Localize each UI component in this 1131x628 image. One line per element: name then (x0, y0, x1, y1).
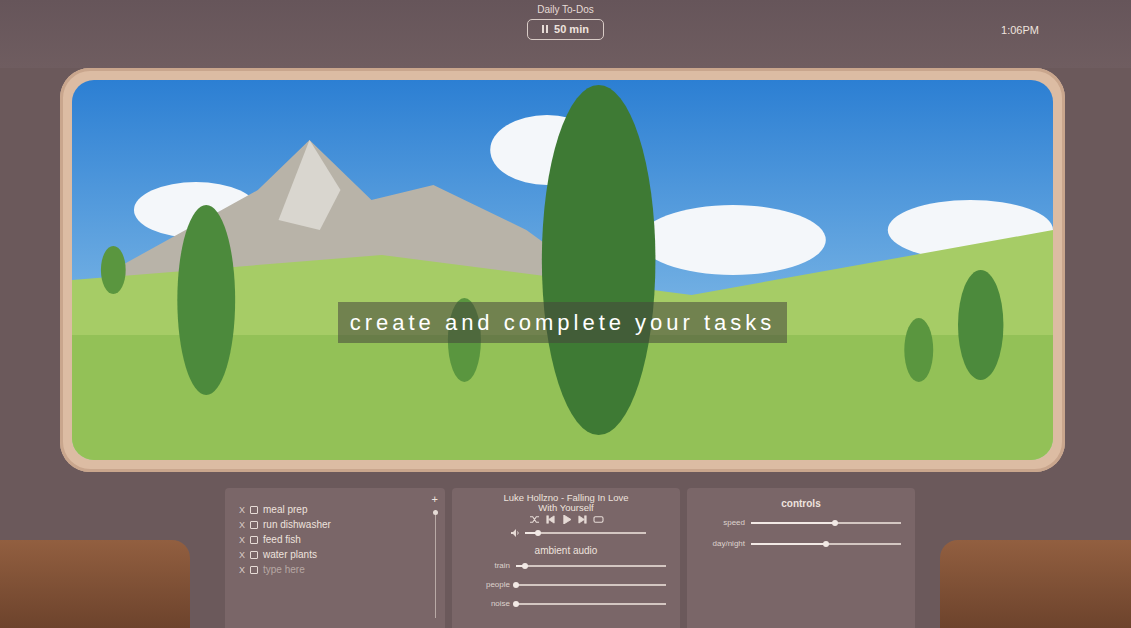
remove-button[interactable]: X (239, 549, 245, 561)
ambient-slider: noise (466, 598, 666, 610)
slider-fill (751, 543, 826, 545)
controls-panel: controls speed day/night (687, 488, 915, 628)
repeat-icon[interactable] (593, 515, 604, 524)
todo-row: Xmeal prep (239, 502, 423, 517)
todo-row: Xtype here (239, 562, 423, 577)
todo-checkbox[interactable] (250, 551, 258, 559)
slider-label: train (466, 560, 510, 572)
todo-checkbox[interactable] (250, 536, 258, 544)
slider-track[interactable] (516, 603, 666, 605)
remove-button[interactable]: X (239, 504, 245, 516)
remove-button[interactable]: X (239, 534, 245, 546)
slider-label: speed (701, 517, 745, 529)
train-window: create and complete your tasks (60, 68, 1065, 472)
add-task-button[interactable]: + (432, 494, 438, 505)
app-frame: Daily To-Dos 50 min 1:06PM (0, 0, 1131, 628)
slider-label: noise (466, 598, 510, 610)
next-icon[interactable] (577, 515, 588, 524)
music-panel: Luke Hollzno - Falling In Love With Your… (452, 488, 680, 628)
ambient-sliders: train people noise (466, 560, 666, 610)
slider-knob[interactable] (535, 530, 541, 536)
ambient-heading: ambient audio (535, 543, 598, 558)
slider-knob[interactable] (513, 582, 519, 588)
task-label: water plants (263, 549, 317, 561)
slider-track[interactable] (751, 543, 901, 545)
pause-icon[interactable] (542, 25, 548, 33)
previous-icon[interactable] (545, 515, 556, 524)
volume-slider (466, 529, 666, 537)
control-slider: day/night (701, 538, 901, 550)
task-label: feed fish (263, 534, 301, 546)
todo-checkbox[interactable] (250, 566, 258, 574)
slider-fill (525, 532, 538, 534)
track-title: Luke Hollzno - Falling In Love With Your… (496, 493, 636, 513)
slider-track[interactable] (516, 565, 666, 567)
slider-knob[interactable] (522, 563, 528, 569)
todo-row: Xfeed fish (239, 532, 423, 547)
todo-row: Xrun dishwasher (239, 517, 423, 532)
slider-track[interactable] (516, 584, 666, 586)
player-controls (529, 515, 604, 524)
timer-label: 50 min (554, 21, 589, 38)
speaker-icon (510, 529, 519, 537)
remove-button[interactable]: X (239, 519, 245, 531)
ambient-slider: people (466, 579, 666, 591)
slider-knob[interactable] (832, 520, 838, 526)
todo-panel: +Xmeal prepXrun dishwasherXfeed fishXwat… (225, 488, 445, 628)
slider-track[interactable] (751, 522, 901, 524)
control-sliders: speed day/night (701, 517, 901, 550)
play-icon[interactable] (561, 515, 572, 524)
control-slider: speed (701, 517, 901, 529)
slider-knob[interactable] (823, 541, 829, 547)
controls-heading: controls (781, 496, 820, 511)
slider-track[interactable] (525, 532, 646, 534)
slider-label: day/night (701, 538, 745, 550)
landscape-view (72, 80, 1053, 460)
todo-checkbox[interactable] (250, 521, 258, 529)
bottom-area: +Xmeal prepXrun dishwasherXfeed fishXwat… (0, 472, 1131, 628)
slider-knob[interactable] (513, 601, 519, 607)
ambient-slider: train (466, 560, 666, 572)
todo-checkbox[interactable] (250, 506, 258, 514)
remove-button[interactable]: X (239, 564, 245, 576)
todo-row: Xwater plants (239, 547, 423, 562)
caption: create and complete your tasks (338, 302, 788, 343)
task-label: run dishwasher (263, 519, 331, 531)
top-bar: Daily To-Dos 50 min 1:06PM (0, 0, 1131, 68)
slider-fill (516, 565, 525, 567)
shuffle-icon[interactable] (529, 515, 540, 524)
slider-fill (751, 522, 835, 524)
task-label: meal prep (263, 504, 307, 516)
new-task-input[interactable]: type here (263, 564, 305, 576)
seat-right (940, 540, 1131, 628)
clock: 1:06PM (1001, 22, 1039, 39)
seat-left (0, 540, 190, 628)
list-title: Daily To-Dos (537, 4, 594, 16)
timer-button[interactable]: 50 min (527, 19, 604, 40)
scrollbar[interactable] (435, 510, 436, 618)
slider-label: people (466, 579, 510, 591)
